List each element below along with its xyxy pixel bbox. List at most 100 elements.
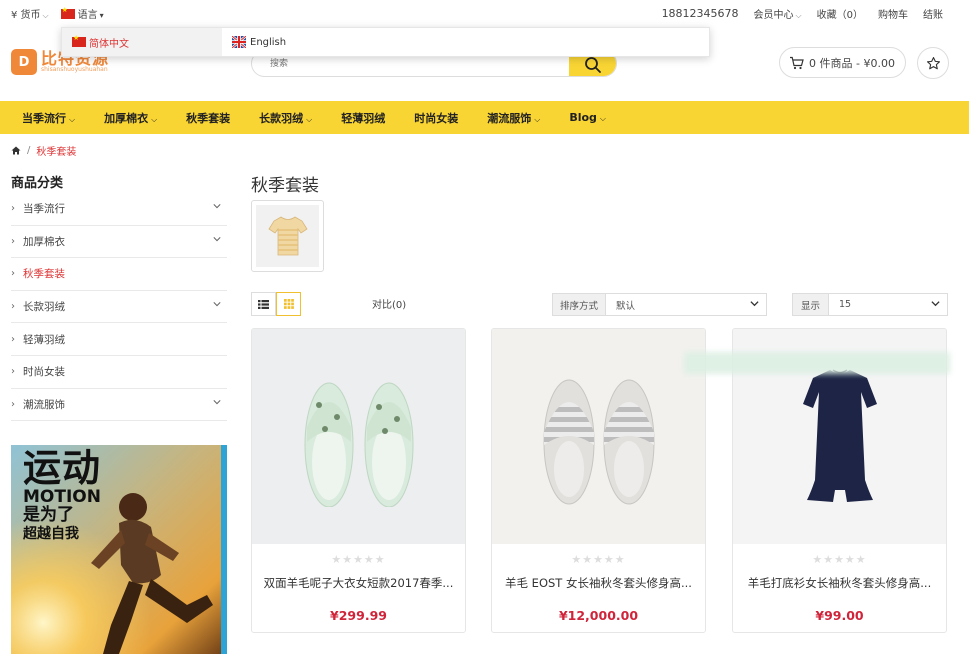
china-flag-icon — [72, 34, 86, 47]
nav-item-qiuji[interactable]: 秋季套装 — [186, 110, 230, 126]
sidebar-item-qiuji[interactable]: › 秋季套装 — [11, 258, 227, 291]
sidebar-item-shishang[interactable]: › 时尚女装 — [11, 356, 227, 389]
checkout-link[interactable]: 结账 — [923, 6, 943, 21]
nav-item-label: 秋季套装 — [186, 111, 231, 125]
sidebar-item-houmian[interactable]: › 加厚棉衣 — [11, 226, 227, 259]
breadcrumb-separator: / — [27, 145, 31, 156]
limit-value: 15 — [839, 299, 852, 310]
product-card[interactable]: ★★★★★ 羊毛 EOST 女长袖秋冬套头修身高... ¥12,000.00 — [491, 328, 706, 633]
product-name[interactable]: 双面羊毛呢子大衣女短款2017春季... — [252, 575, 465, 591]
phone-number: 18812345678 — [661, 7, 739, 20]
nav-item-label: 加厚棉衣 — [104, 111, 149, 125]
page-title: 秋季套装 — [251, 176, 319, 196]
top-bar: ¥ 货币⌵ 语言▾ 18812345678 会员中心⌵ 收藏（0） 购物车 结账 — [0, 0, 969, 26]
sidebar-item-label: 潮流服饰 — [23, 398, 65, 411]
cart-summary: 0 件商品 - ¥0.00 — [809, 56, 895, 70]
sort-value: 默认 — [616, 300, 636, 312]
list-view-button[interactable] — [251, 292, 276, 316]
nav-item-label: Blog — [569, 111, 597, 124]
currency-selector[interactable]: ¥ 货币 ⌵ — [11, 6, 49, 21]
nav-item-changkuan[interactable]: 长款羽绒 ⌵ — [259, 110, 312, 126]
nav-item-label: 当季流行 — [22, 111, 66, 125]
slippers-image — [543, 379, 654, 504]
star-icon — [926, 56, 940, 69]
expand-icon[interactable] — [213, 398, 221, 406]
account-menu[interactable]: 会员中心 ⌵ — [754, 6, 802, 21]
chevron-down-icon — [931, 301, 940, 307]
nav-item-qingbao[interactable]: 轻薄羽绒 — [341, 110, 385, 126]
search-icon — [584, 56, 601, 73]
sidebar-item-label: 时尚女装 — [23, 366, 65, 379]
grid-icon — [283, 299, 294, 309]
expand-icon[interactable] — [213, 202, 221, 210]
slippers-image — [304, 382, 413, 507]
sidebar-item-label: 长款羽绒 — [23, 301, 65, 314]
compare-link[interactable]: 对比(0) — [372, 296, 406, 311]
grid-view-button[interactable] — [276, 292, 301, 316]
banner-line: 超越自我 — [23, 526, 79, 542]
sidebar-item-label: 加厚棉衣 — [23, 235, 65, 248]
sidebar-item-label: 当季流行 — [23, 203, 65, 216]
main-nav: 当季流行 ⌵ 加厚棉衣 ⌵ 秋季套装 长款羽绒 ⌵ 轻薄羽绒 时尚女装 潮流服饰 ⌵ B… — [0, 101, 969, 134]
sort-select[interactable]: 默认 — [605, 293, 767, 316]
cart-link[interactable]: 购物车 — [878, 6, 908, 21]
product-image[interactable] — [492, 329, 705, 544]
chevron-down-icon: ⌵ — [69, 114, 76, 124]
rating-stars: ★★★★★ — [331, 553, 386, 566]
sidebar-item-label: 秋季套装 — [23, 268, 65, 281]
language-selector[interactable]: 语言▾ — [60, 6, 104, 21]
sidebar-title: 商品分类 — [11, 176, 64, 191]
banner-headline: 运动 — [23, 446, 102, 490]
product-image[interactable] — [252, 329, 465, 544]
sort-label: 排序方式 — [552, 293, 606, 316]
breadcrumb-current[interactable]: 秋季套装 — [36, 143, 76, 158]
expand-icon[interactable] — [213, 300, 221, 308]
sidebar-item-qingbao[interactable]: › 轻薄羽绒 — [11, 323, 227, 356]
nav-item-label: 轻薄羽绒 — [341, 111, 386, 125]
limit-label: 显示 — [792, 293, 829, 316]
sidebar-item-label: 轻薄羽绒 — [23, 333, 65, 346]
language-dropdown: 简体中文 English — [61, 27, 710, 57]
cart-button[interactable]: 0 件商品 - ¥0.00 — [779, 47, 906, 78]
product-name[interactable]: 羊毛 EOST 女长袖秋冬套头修身高... — [492, 575, 705, 591]
nav-item-dangji[interactable]: 当季流行 ⌵ — [22, 110, 75, 126]
limit-select[interactable]: 15 — [828, 293, 948, 316]
nav-item-houmian[interactable]: 加厚棉衣 ⌵ — [104, 110, 157, 126]
chevron-right-icon: › — [11, 203, 15, 215]
banner-subheadline: MOTION — [23, 487, 101, 507]
chevron-right-icon: › — [11, 366, 15, 378]
rating-stars: ★★★★★ — [812, 553, 867, 566]
nav-item-chaoliu[interactable]: 潮流服饰 ⌵ — [487, 110, 540, 126]
wishlist-link[interactable]: 收藏（0） — [817, 6, 863, 21]
logo-subtext: shisanshuoyushuahan — [41, 66, 108, 73]
rating-stars: ★★★★★ — [571, 553, 626, 566]
chevron-down-icon: ⌵ — [795, 11, 802, 20]
language-option-label: 简体中文 — [89, 38, 129, 50]
nav-item-label: 长款羽绒 — [259, 111, 304, 125]
category-list: › 当季流行 › 加厚棉衣 › 秋季套装 › 长款羽绒 › 轻薄羽绒 › 时尚女… — [11, 193, 227, 422]
product-card[interactable]: ★★★★★ 双面羊毛呢子大衣女短款2017春季... ¥299.99 — [251, 328, 466, 633]
tshirt-image — [267, 216, 308, 256]
chevron-down-icon: ⌵ — [599, 114, 606, 123]
language-label: 语言 — [77, 10, 98, 21]
expand-icon[interactable] — [213, 235, 221, 243]
chevron-right-icon: › — [11, 301, 15, 313]
category-thumbnail — [251, 200, 324, 272]
banner-line: 是为了 — [23, 505, 74, 525]
currency-label: ¥ 货币 — [11, 10, 41, 21]
nav-item-shishang[interactable]: 时尚女装 — [414, 110, 458, 126]
chevron-down-icon: ⌵ — [534, 114, 541, 124]
sidebar-item-dangji[interactable]: › 当季流行 — [11, 193, 227, 226]
banner-text: 运动 MOTION 是为了 超越自我 — [23, 449, 101, 541]
nav-item-blog[interactable]: Blog ⌵ — [569, 111, 606, 124]
language-option-en[interactable]: English — [222, 28, 382, 56]
language-option-zh[interactable]: 简体中文 — [62, 28, 222, 56]
sidebar-item-chaoliu[interactable]: › 潮流服饰 — [11, 389, 227, 422]
sidebar-item-changkuan[interactable]: › 长款羽绒 — [11, 291, 227, 324]
promo-banner[interactable]: 运动 MOTION 是为了 超越自我 — [11, 445, 227, 654]
wishlist-button[interactable] — [917, 47, 949, 79]
breadcrumb: / 秋季套装 — [11, 143, 76, 158]
chevron-down-icon: ⌵ — [306, 114, 313, 124]
home-icon[interactable] — [11, 146, 21, 155]
product-name[interactable]: 羊毛打底衫女长袖秋冬套头修身高... — [733, 575, 946, 591]
